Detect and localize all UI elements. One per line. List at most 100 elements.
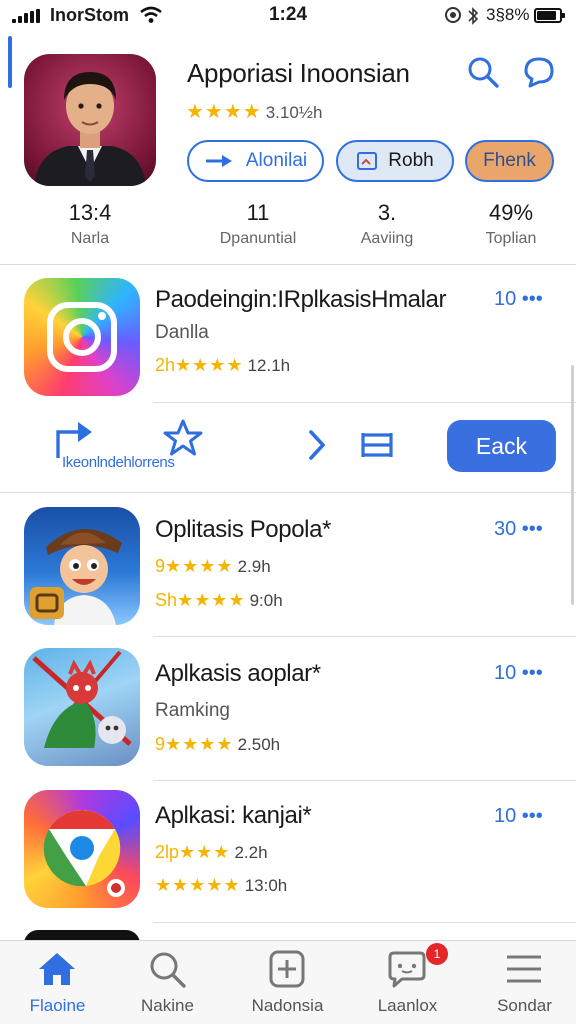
person-portrait-icon: [34, 72, 146, 186]
rating-stars: ★★★★: [165, 556, 234, 576]
stat-label: Narla: [70, 230, 110, 247]
rating-stars: ★★★★: [165, 734, 234, 754]
tab-menu[interactable]: Sondar: [467, 941, 576, 1024]
menu-icon: [507, 955, 541, 983]
pill-button-alonilai[interactable]: Alonilai: [187, 140, 324, 182]
chat-icon[interactable]: [522, 55, 556, 89]
featured-app-title: Paodeingin:IRplkasisHmalar: [155, 286, 447, 313]
app-icon-battle-game[interactable]: [24, 648, 140, 766]
app-rating: ★★★★ 3.10½h: [186, 99, 322, 124]
stat-item: 13:4 Narla: [30, 200, 150, 248]
back-button[interactable]: Eack: [447, 420, 556, 472]
rating-prefix: 9: [155, 734, 166, 754]
featured-app-icon[interactable]: [24, 278, 140, 396]
app-title: Aplkasis aoplar*: [155, 660, 321, 687]
scroll-indicator[interactable]: [571, 365, 574, 605]
tab-add[interactable]: Nadonsia: [230, 941, 345, 1024]
featured-more-button[interactable]: 10 •••: [494, 288, 543, 311]
app-title: Apporiasi Inoonsian: [187, 58, 410, 88]
app-icon-avatar[interactable]: [24, 54, 156, 186]
stat-label: Toplian: [485, 230, 537, 247]
battery-percentage: 3§8%: [486, 5, 530, 24]
pill-button-fhenk[interactable]: Fhenk: [465, 140, 554, 182]
pill-label: Fhenk: [483, 150, 536, 171]
rating-count: 2.9h: [237, 557, 271, 576]
stat-value: 11: [246, 200, 270, 225]
app-rating: Sh★★★★ 9:0h: [155, 590, 283, 611]
notification-badge: 1: [426, 943, 448, 965]
divider: [153, 780, 576, 781]
app-rating: 2lp★★★ 2.2h: [155, 842, 268, 863]
stat-value: 13:4: [68, 200, 112, 225]
battery-icon: [534, 8, 565, 23]
tab-search[interactable]: Nakine: [110, 941, 225, 1024]
tab-label: Laanlox: [377, 996, 438, 1015]
app-rating: 9★★★★ 2.50h: [155, 734, 280, 755]
app-more-button[interactable]: 10 •••: [494, 662, 543, 685]
cartoon-character-icon: [30, 528, 122, 625]
chevron-right-icon[interactable]: [306, 428, 328, 462]
pill-label: Robh: [388, 150, 434, 171]
star-outline-icon[interactable]: [162, 418, 204, 458]
divider: [153, 922, 576, 923]
add-square-icon: [269, 950, 305, 988]
app-icon-cartoon-cowboy[interactable]: [24, 507, 140, 625]
featured-app-rating: 2h★★★★ 12.1h: [155, 355, 290, 376]
back-edge-indicator[interactable]: [8, 36, 12, 88]
stat-label: Dpanuntial: [219, 230, 297, 247]
home-icon: [39, 953, 75, 985]
stat-label: Aaviing: [360, 230, 414, 247]
stat-value: 49%: [488, 200, 534, 225]
app-title: Oplitasis Popola*: [155, 516, 331, 543]
rating-count: 12.1h: [247, 356, 291, 375]
app-subtitle: Ramking: [155, 700, 230, 721]
game-characters-icon: [32, 650, 132, 748]
divider: [0, 492, 576, 493]
tab-home[interactable]: Flaoine: [0, 941, 115, 1024]
rating-stars: ★★★★: [175, 355, 244, 375]
search-icon[interactable]: [466, 55, 500, 89]
rating-count: 9:0h: [249, 591, 283, 610]
tab-label: Sondar: [497, 996, 552, 1015]
search-icon: [150, 952, 186, 988]
rating-prefix: 2h: [155, 355, 176, 375]
list-icon[interactable]: [357, 430, 395, 460]
divider: [153, 402, 576, 403]
stat-item: 11 Dpanuntial: [198, 200, 318, 248]
alarm-icon: [445, 7, 461, 23]
app-icon-browser[interactable]: [24, 790, 140, 908]
rating-prefix: 9: [155, 556, 166, 576]
stat-value: 3.: [377, 200, 397, 225]
featured-app-subtitle: Danlla: [155, 322, 209, 343]
rating-count: 13:0h: [244, 876, 288, 895]
bottom-tab-bar: Flaoine Nakine Nadonsia Laanlox Sondar: [0, 940, 576, 1024]
pill-label: Alonilai: [245, 150, 308, 171]
rating-stars: ★★★★: [186, 101, 262, 123]
rating-prefix: Sh: [155, 590, 178, 610]
status-bar: InorStom 1:24 3§8%: [0, 0, 576, 32]
app-more-button[interactable]: 30 •••: [494, 518, 543, 541]
strip-label: Ikeonlndehlorrens: [62, 454, 175, 471]
message-icon: [388, 951, 426, 988]
arrow-right-icon: [205, 155, 232, 167]
browser-logo-icon: [43, 809, 125, 897]
divider: [0, 264, 576, 265]
image-icon: [357, 152, 378, 170]
rating-count: 2.50h: [237, 735, 281, 754]
camera-lens-icon: [47, 302, 117, 372]
rating-prefix: 2lp: [155, 842, 180, 862]
rating-stars: ★★★: [179, 842, 231, 862]
rating-stars: ★★★★★: [155, 875, 241, 895]
app-more-button[interactable]: 10 •••: [494, 805, 543, 828]
tab-label: Flaoine: [29, 996, 86, 1015]
divider: [153, 636, 576, 637]
tab-label: Nadonsia: [251, 996, 324, 1015]
pill-button-robh[interactable]: Robh: [336, 140, 454, 182]
app-title: Aplkasi: kanjai*: [155, 802, 312, 829]
stat-item: 49% Toplian: [451, 200, 571, 248]
tab-label: Nakine: [141, 996, 194, 1015]
bluetooth-icon: [468, 7, 479, 25]
stat-item: 3. Aaviing: [327, 200, 447, 248]
rating-stars: ★★★★: [177, 590, 246, 610]
rating-count: 3.10½h: [265, 103, 323, 122]
